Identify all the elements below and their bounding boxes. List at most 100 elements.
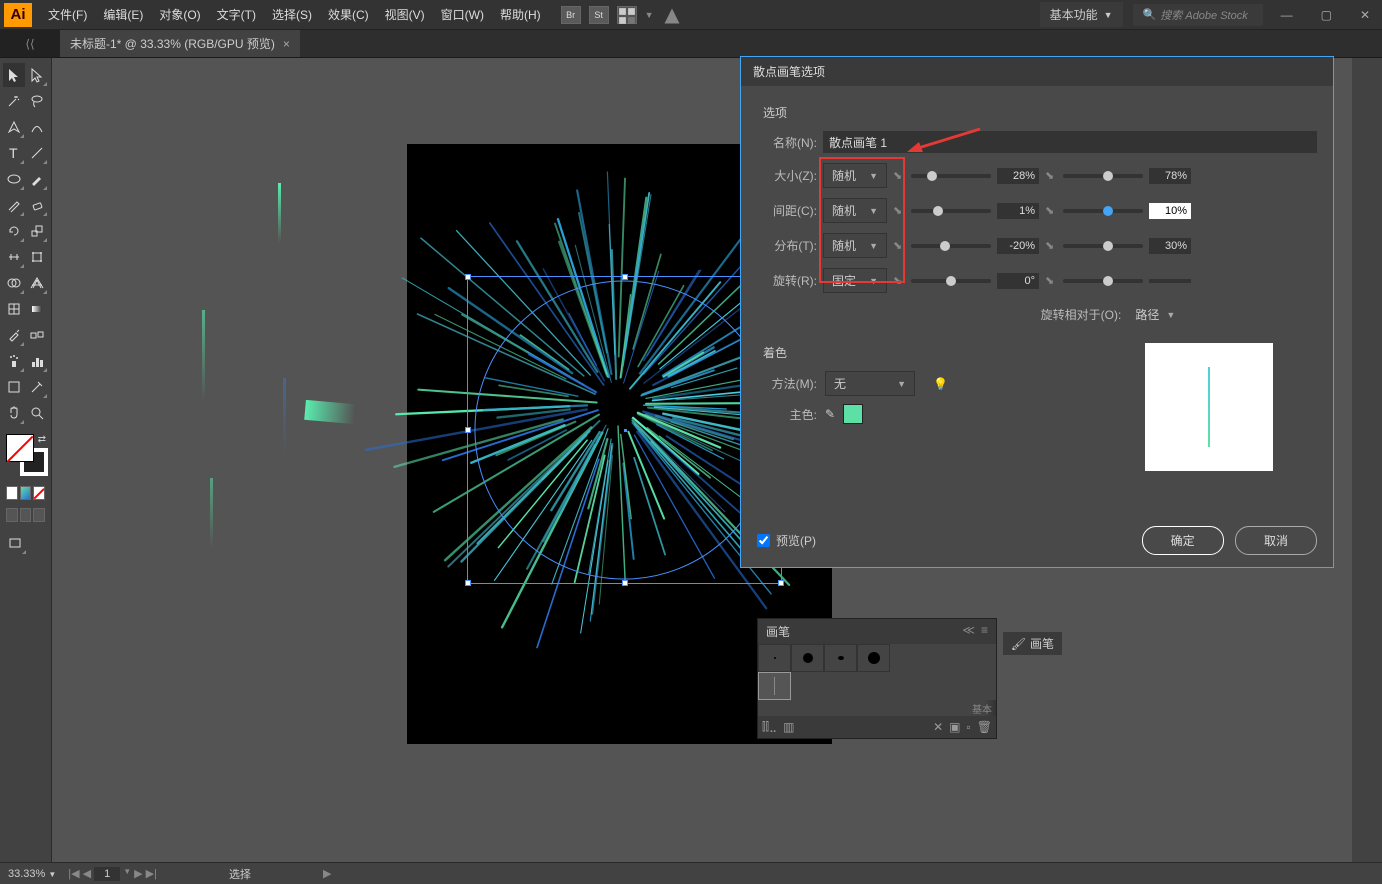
preview-checkbox-row[interactable]: 预览(P) [757, 532, 816, 549]
selection-handle-se[interactable] [778, 580, 784, 586]
mesh-tool[interactable] [3, 297, 25, 321]
menu-effect[interactable]: 效果(C) [320, 2, 377, 27]
link-icon[interactable]: ⬊ [893, 239, 905, 253]
max-slider[interactable] [1063, 209, 1143, 213]
brush-library-icon[interactable]: ▥ [783, 720, 794, 734]
brush-thumb[interactable] [791, 644, 824, 672]
artboard-number[interactable]: 1 [94, 867, 120, 881]
selection-handle-nw[interactable] [465, 274, 471, 280]
variation-dropdown[interactable]: 随机▼ [823, 163, 887, 188]
menu-file[interactable]: 文件(F) [40, 2, 95, 27]
color-mode-solid[interactable] [6, 486, 18, 500]
nav-first-icon[interactable]: |◀ [68, 867, 79, 881]
link-icon[interactable]: ⬊ [893, 204, 905, 218]
hand-tool[interactable] [3, 401, 25, 425]
direct-selection-tool[interactable] [27, 63, 49, 87]
zoom-level-dropdown[interactable]: 33.33% ▼ [8, 868, 56, 880]
nav-next-icon[interactable]: ▶ [134, 867, 142, 881]
type-tool[interactable]: T [3, 141, 25, 165]
link-icon[interactable]: ⬊ [1045, 239, 1057, 253]
symbol-sprayer-tool[interactable] [3, 349, 25, 373]
nav-prev-icon[interactable]: ◀ [83, 867, 91, 881]
panel-collapse-icon[interactable]: ≪ [962, 623, 975, 640]
variation-dropdown[interactable]: 固定▼ [823, 268, 887, 293]
max-value[interactable]: 78% [1149, 168, 1191, 184]
menu-object[interactable]: 对象(O) [151, 2, 208, 27]
max-slider[interactable] [1063, 174, 1143, 178]
color-mode-gradient[interactable] [20, 486, 32, 500]
free-transform-tool[interactable] [27, 245, 49, 269]
maximize-button[interactable]: ▢ [1313, 6, 1340, 24]
tips-icon[interactable]: 💡 [933, 377, 948, 391]
slice-tool[interactable] [27, 375, 49, 399]
preview-checkbox[interactable] [757, 534, 770, 547]
minimize-button[interactable]: — [1273, 6, 1301, 24]
curvature-tool[interactable] [27, 115, 49, 139]
width-tool[interactable] [3, 245, 25, 269]
brush-thumb[interactable] [824, 644, 857, 672]
search-stock-input[interactable]: 🔍 搜索 Adobe Stock [1133, 4, 1263, 26]
arrange-icon[interactable] [617, 6, 637, 24]
line-segment-tool[interactable] [27, 141, 49, 165]
ok-button[interactable]: 确定 [1142, 526, 1224, 555]
fill-color[interactable] [6, 434, 34, 462]
min-value[interactable]: -20% [997, 238, 1039, 254]
variation-dropdown[interactable]: 随机▼ [823, 233, 887, 258]
max-value[interactable] [1149, 279, 1191, 283]
cancel-button[interactable]: 取消 [1235, 526, 1317, 555]
pen-tool[interactable] [3, 115, 25, 139]
ellipse-tool[interactable] [3, 167, 25, 191]
close-button[interactable]: ✕ [1352, 6, 1378, 24]
menu-type[interactable]: 文字(T) [209, 2, 264, 27]
panel-menu-icon[interactable]: ≡ [981, 623, 988, 640]
selection-handle-n[interactable] [622, 274, 628, 280]
draw-behind[interactable] [20, 508, 32, 522]
min-slider[interactable] [911, 209, 991, 213]
new-brush-icon[interactable]: ▫ [967, 720, 971, 734]
menu-help[interactable]: 帮助(H) [492, 2, 549, 27]
library-menu-icon[interactable]: ⫿⫿⣀ [762, 720, 777, 734]
min-slider[interactable] [911, 174, 991, 178]
link-icon[interactable]: ⬊ [1045, 169, 1057, 183]
max-slider[interactable] [1063, 279, 1143, 283]
max-value[interactable]: 30% [1149, 238, 1191, 254]
selection-handle-sw[interactable] [465, 580, 471, 586]
brush-thumb[interactable] [758, 644, 791, 672]
rotate-tool[interactable] [3, 219, 25, 243]
fill-stroke-swatch[interactable]: ⇄ [2, 426, 49, 484]
bridge-icon[interactable]: Br [561, 6, 581, 24]
column-graph-tool[interactable] [27, 349, 49, 373]
artboard-tool[interactable] [3, 375, 25, 399]
key-color-swatch[interactable] [843, 404, 863, 424]
remove-brush-stroke-icon[interactable]: ✕ [933, 720, 943, 734]
selection-tool[interactable] [3, 63, 25, 87]
variation-dropdown[interactable]: 随机▼ [823, 198, 887, 223]
min-slider[interactable] [911, 244, 991, 248]
magic-wand-tool[interactable] [3, 89, 25, 113]
scale-tool[interactable] [27, 219, 49, 243]
zoom-tool[interactable] [27, 401, 49, 425]
min-value[interactable]: 1% [997, 203, 1039, 219]
menu-select[interactable]: 选择(S) [264, 2, 320, 27]
min-slider[interactable] [911, 279, 991, 283]
selection-handle-w[interactable] [465, 427, 471, 433]
stock-icon[interactable]: St [589, 6, 609, 24]
right-panel-rail[interactable] [1352, 58, 1382, 862]
selection-handle-s[interactable] [622, 580, 628, 586]
document-tab[interactable]: 未标题-1* @ 33.33% (RGB/GPU 预览) × [60, 30, 300, 57]
link-icon[interactable]: ⬊ [1045, 204, 1057, 218]
brush-name-input[interactable] [823, 131, 1317, 153]
link-icon[interactable]: ⬊ [893, 169, 905, 183]
link-icon[interactable]: ⬊ [893, 274, 905, 288]
shaper-tool[interactable] [3, 193, 25, 217]
brush-thumb-selected[interactable] [758, 672, 791, 700]
gradient-tool[interactable] [27, 297, 49, 321]
menu-window[interactable]: 窗口(W) [433, 2, 492, 27]
blend-tool[interactable] [27, 323, 49, 347]
status-play-icon[interactable]: ▶ [323, 867, 331, 880]
selection-bounding-box[interactable] [467, 276, 782, 584]
nav-last-icon[interactable]: ▶| [146, 867, 157, 881]
eyedropper-icon[interactable]: ✎ [825, 407, 835, 421]
home-tab[interactable]: ⟨⟨ [0, 30, 60, 57]
paintbrush-tool[interactable] [27, 167, 49, 191]
